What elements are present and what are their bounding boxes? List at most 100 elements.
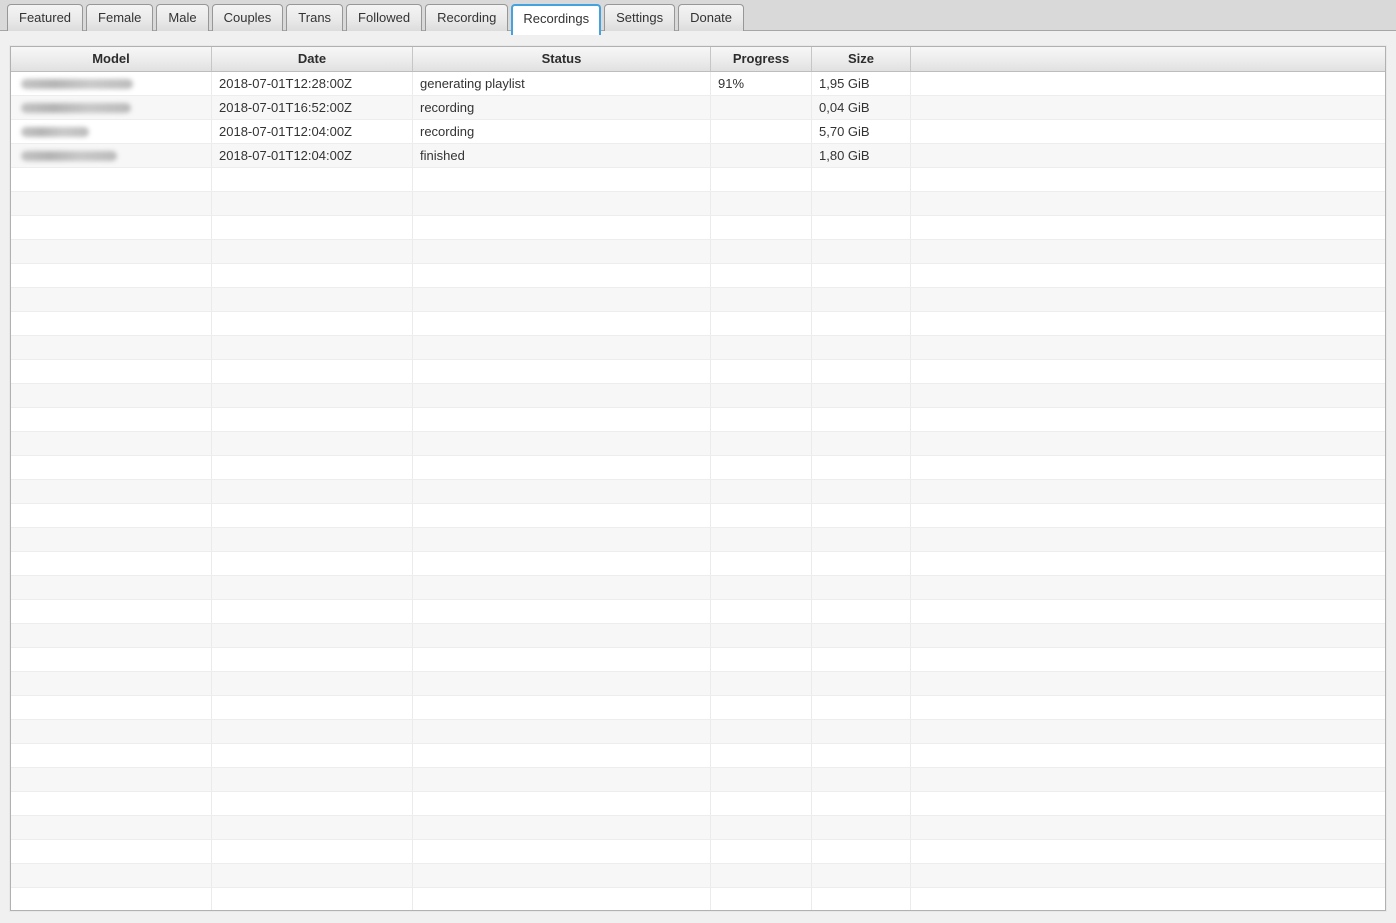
empty-cell-filler bbox=[911, 744, 1385, 767]
empty-cell bbox=[11, 768, 212, 791]
empty-cell bbox=[212, 624, 413, 647]
empty-cell bbox=[11, 648, 212, 671]
empty-cell bbox=[11, 552, 212, 575]
column-header-date[interactable]: Date bbox=[212, 47, 413, 71]
empty-cell bbox=[413, 888, 711, 911]
empty-cell bbox=[711, 888, 812, 911]
empty-cell-filler bbox=[911, 360, 1385, 383]
empty-cell bbox=[413, 864, 711, 887]
empty-cell bbox=[212, 168, 413, 191]
empty-cell bbox=[711, 384, 812, 407]
empty-row bbox=[11, 504, 1385, 528]
empty-cell bbox=[11, 600, 212, 623]
column-header-progress[interactable]: Progress bbox=[711, 47, 812, 71]
empty-cell bbox=[413, 408, 711, 431]
cell-status: finished bbox=[413, 144, 711, 167]
tab-settings[interactable]: Settings bbox=[604, 4, 675, 31]
empty-cell bbox=[413, 480, 711, 503]
empty-cell bbox=[413, 264, 711, 287]
empty-cell bbox=[413, 744, 711, 767]
empty-row bbox=[11, 432, 1385, 456]
empty-cell-filler bbox=[911, 384, 1385, 407]
table-row[interactable]: 2018-07-01T12:28:00Z generating playlist… bbox=[11, 72, 1385, 96]
empty-row bbox=[11, 528, 1385, 552]
empty-row bbox=[11, 408, 1385, 432]
empty-row bbox=[11, 336, 1385, 360]
tab-male[interactable]: Male bbox=[156, 4, 208, 31]
tab-followed[interactable]: Followed bbox=[346, 4, 422, 31]
empty-cell-filler bbox=[911, 600, 1385, 623]
empty-cell-filler bbox=[911, 168, 1385, 191]
empty-cell bbox=[413, 336, 711, 359]
empty-cell bbox=[711, 648, 812, 671]
empty-cell-filler bbox=[911, 336, 1385, 359]
empty-cell bbox=[212, 888, 413, 911]
empty-cell bbox=[711, 168, 812, 191]
column-header-model[interactable]: Model bbox=[11, 47, 212, 71]
empty-cell bbox=[413, 288, 711, 311]
tab-female[interactable]: Female bbox=[86, 4, 153, 31]
empty-cell bbox=[11, 432, 212, 455]
cell-status: recording bbox=[413, 120, 711, 143]
tab-couples[interactable]: Couples bbox=[212, 4, 284, 31]
table-header: Model Date Status Progress Size bbox=[11, 47, 1385, 72]
empty-cell bbox=[711, 216, 812, 239]
empty-row bbox=[11, 576, 1385, 600]
empty-cell-filler bbox=[911, 864, 1385, 887]
empty-cell bbox=[212, 360, 413, 383]
tab-donate[interactable]: Donate bbox=[678, 4, 744, 31]
empty-cell bbox=[812, 552, 911, 575]
empty-cell bbox=[212, 816, 413, 839]
empty-cell bbox=[711, 408, 812, 431]
empty-cell bbox=[812, 312, 911, 335]
empty-cell bbox=[812, 432, 911, 455]
empty-cell bbox=[212, 528, 413, 551]
table-row[interactable]: 2018-07-01T12:04:00Z recording 5,70 GiB bbox=[11, 120, 1385, 144]
empty-cell bbox=[812, 696, 911, 719]
empty-row bbox=[11, 384, 1385, 408]
empty-cell bbox=[212, 336, 413, 359]
tab-featured[interactable]: Featured bbox=[7, 4, 83, 31]
empty-cell bbox=[11, 480, 212, 503]
recordings-table: Model Date Status Progress Size 2018-07-… bbox=[10, 46, 1386, 911]
empty-row bbox=[11, 168, 1385, 192]
empty-cell bbox=[413, 240, 711, 263]
empty-cell bbox=[812, 240, 911, 263]
column-header-status[interactable]: Status bbox=[413, 47, 711, 71]
empty-row bbox=[11, 552, 1385, 576]
table-row[interactable]: 2018-07-01T16:52:00Z recording 0,04 GiB bbox=[11, 96, 1385, 120]
empty-cell-filler bbox=[911, 312, 1385, 335]
cell-filler bbox=[911, 96, 1385, 119]
empty-cell bbox=[413, 840, 711, 863]
cell-progress bbox=[711, 96, 812, 119]
empty-cell bbox=[11, 504, 212, 527]
empty-cell bbox=[812, 840, 911, 863]
empty-cell bbox=[212, 504, 413, 527]
table-row[interactable]: 2018-07-01T12:04:00Z finished 1,80 GiB bbox=[11, 144, 1385, 168]
redacted-model-name bbox=[21, 79, 133, 89]
empty-row bbox=[11, 744, 1385, 768]
empty-cell bbox=[812, 504, 911, 527]
tab-trans[interactable]: Trans bbox=[286, 4, 343, 31]
empty-row bbox=[11, 360, 1385, 384]
tab-recordings[interactable]: Recordings bbox=[511, 4, 601, 35]
empty-cell bbox=[212, 432, 413, 455]
empty-cell-filler bbox=[911, 696, 1385, 719]
tab-bar: Featured Female Male Couples Trans Follo… bbox=[0, 0, 1396, 31]
column-header-size[interactable]: Size bbox=[812, 47, 911, 71]
empty-cell-filler bbox=[911, 576, 1385, 599]
empty-cell-filler bbox=[911, 456, 1385, 479]
empty-cell bbox=[812, 648, 911, 671]
empty-cell bbox=[212, 384, 413, 407]
empty-cell bbox=[413, 168, 711, 191]
empty-cell bbox=[711, 816, 812, 839]
empty-cell bbox=[11, 720, 212, 743]
empty-row bbox=[11, 792, 1385, 816]
empty-cell bbox=[711, 672, 812, 695]
empty-cell bbox=[11, 744, 212, 767]
cell-size: 5,70 GiB bbox=[812, 120, 911, 143]
empty-cell bbox=[711, 600, 812, 623]
empty-cell bbox=[212, 792, 413, 815]
tab-recording[interactable]: Recording bbox=[425, 4, 508, 31]
empty-cell bbox=[11, 360, 212, 383]
